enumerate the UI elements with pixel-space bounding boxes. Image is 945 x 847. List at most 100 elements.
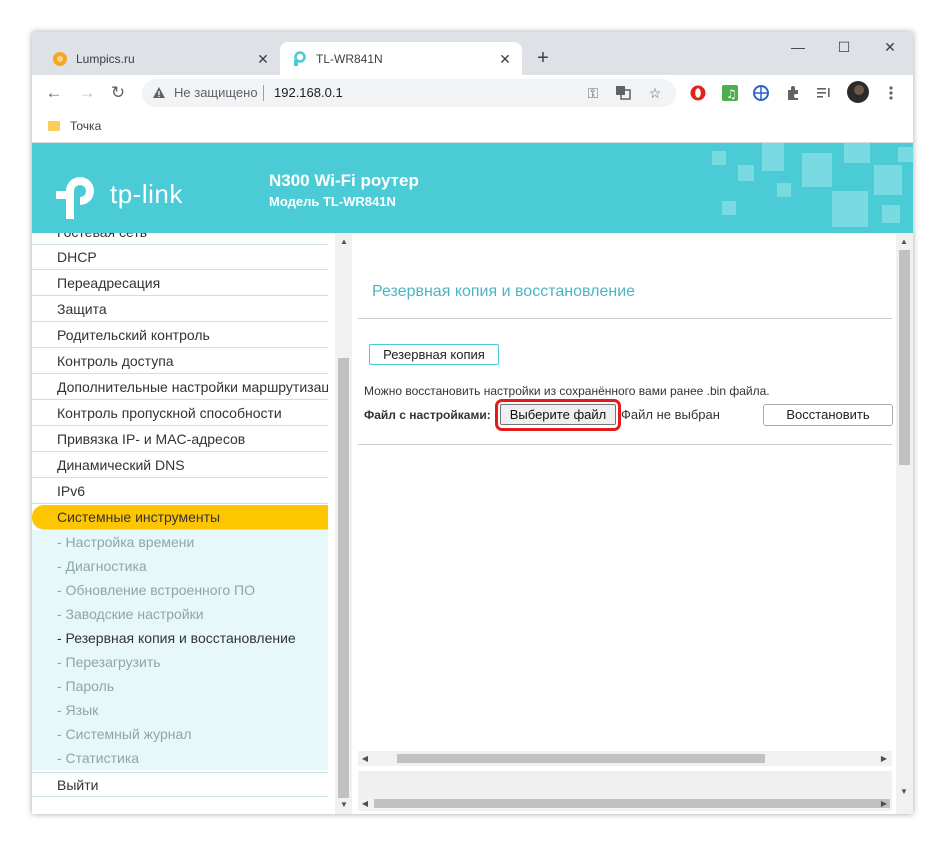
decor-square: [802, 153, 832, 187]
decor-square: [898, 147, 913, 162]
sidebar-item-ipv6[interactable]: IPv6: [32, 479, 328, 504]
address-separator: [263, 85, 264, 101]
opera-icon[interactable]: [689, 84, 707, 102]
browser-toolbar: ← → ↻ Не защищено 192.168.0.1 ⚿ ☆ ♫: [32, 75, 913, 111]
sidebar-subitem-reboot[interactable]: - Перезагрузить: [32, 650, 328, 674]
sidebar-item-system-tools[interactable]: Системные инструменты: [32, 505, 328, 530]
content-footer-band: [358, 771, 892, 796]
decor-square: [874, 165, 902, 195]
brand-logo-text: tp-link: [110, 179, 183, 209]
no-file-text: Файл не выбран: [621, 407, 720, 422]
sidebar-subitem-system-log[interactable]: - Системный журнал: [32, 722, 328, 746]
back-arrow-icon[interactable]: ←: [42, 81, 66, 105]
bookmark-folder[interactable]: Точка: [48, 119, 101, 133]
browser-window: Lumpics.ru ✕ TL-WR841N ✕ + — ☐ ✕ ← → ↻ Н…: [32, 32, 913, 814]
decor-square: [738, 165, 754, 181]
section-title: Резервная копия и восстановление: [372, 283, 636, 300]
horizontal-scroll-thumb[interactable]: [374, 799, 890, 808]
scroll-down-arrow-icon[interactable]: ▼: [339, 800, 349, 809]
key-icon[interactable]: ⚿: [584, 84, 602, 102]
backup-button[interactable]: Резервная копия: [369, 344, 499, 365]
reload-icon[interactable]: ↻: [106, 81, 130, 105]
page-vertical-scroll-thumb[interactable]: [899, 250, 910, 465]
sidebar-item-bandwidth-control[interactable]: Контроль пропускной способности: [32, 401, 328, 426]
decor-square: [722, 201, 736, 215]
svg-text:♫: ♫: [726, 87, 737, 101]
sidebar-item-logout[interactable]: Выйти: [32, 772, 328, 797]
bookmark-star-icon[interactable]: ☆: [646, 84, 664, 102]
sidebar-item-ip-mac-binding[interactable]: Привязка IP- и MAC-адресов: [32, 427, 328, 452]
close-tab-icon[interactable]: ✕: [496, 50, 514, 68]
scroll-right-arrow-icon[interactable]: ▶: [879, 799, 889, 808]
scroll-up-arrow-icon[interactable]: ▲: [899, 237, 909, 246]
sidebar-subitem-firmware-upgrade[interactable]: - Обновление встроенного ПО: [32, 578, 328, 602]
sidebar-subitem-backup-restore[interactable]: - Резервная копия и восстановление: [32, 626, 328, 650]
tab-tplink[interactable]: TL-WR841N ✕: [280, 42, 522, 75]
sidebar-scroll-thumb[interactable]: [338, 358, 349, 798]
choose-file-button[interactable]: Выберите файл: [500, 404, 616, 425]
bookmarks-bar: Точка: [32, 111, 913, 143]
security-label: Не защищено: [174, 85, 258, 100]
sidebar-subitem-statistics[interactable]: - Статистика: [32, 746, 328, 770]
close-window-button[interactable]: ✕: [867, 32, 913, 62]
restore-button[interactable]: Восстановить: [763, 404, 893, 426]
scroll-right-arrow-icon[interactable]: ▶: [879, 754, 889, 763]
restore-hint: Можно восстановить настройки из сохранён…: [364, 384, 770, 398]
divider: [358, 318, 892, 319]
profile-avatar[interactable]: [846, 80, 870, 104]
browser-menu-icon[interactable]: [882, 84, 900, 102]
decor-square: [832, 191, 868, 227]
router-header: tp-link N300 Wi-Fi роутер Модель TL-WR84…: [32, 143, 913, 233]
bookmark-label: Точка: [70, 119, 102, 133]
sidebar-item-ddns[interactable]: Динамический DNS: [32, 453, 328, 478]
divider: [358, 444, 892, 445]
forward-arrow-icon[interactable]: →: [75, 81, 99, 105]
tab-strip: Lumpics.ru ✕ TL-WR841N ✕ + — ☐ ✕: [32, 32, 913, 75]
minimize-button[interactable]: —: [775, 32, 821, 62]
maximize-button[interactable]: ☐: [821, 32, 867, 62]
address-bar[interactable]: Не защищено 192.168.0.1 ⚿ ☆: [142, 79, 676, 107]
decor-square: [712, 151, 726, 165]
sidebar-subitem-language[interactable]: - Язык: [32, 698, 328, 722]
router-page: tp-link N300 Wi-Fi роутер Модель TL-WR84…: [32, 143, 913, 814]
warning-triangle-icon[interactable]: [152, 86, 166, 100]
sidebar-subitem-diagnostics[interactable]: - Диагностика: [32, 554, 328, 578]
translate-icon[interactable]: [614, 84, 632, 102]
sidebar-item-guest-network[interactable]: Гостевая сеть: [32, 233, 328, 245]
horizontal-scroll-thumb[interactable]: [397, 754, 765, 763]
sidebar-subitem-factory-defaults[interactable]: - Заводские настройки: [32, 602, 328, 626]
sidebar-subitem-password[interactable]: - Пароль: [32, 674, 328, 698]
scroll-left-arrow-icon[interactable]: ◀: [360, 754, 370, 763]
decor-square: [762, 143, 784, 171]
media-queue-icon[interactable]: [815, 84, 833, 102]
new-tab-button[interactable]: +: [532, 47, 554, 69]
music-extension-icon[interactable]: ♫: [721, 84, 739, 102]
scroll-up-arrow-icon[interactable]: ▲: [339, 237, 349, 246]
scroll-down-arrow-icon[interactable]: ▼: [899, 787, 909, 796]
sidebar-subitem-time-settings[interactable]: - Настройка времени: [32, 530, 328, 554]
tab-lumpics[interactable]: Lumpics.ru ✕: [40, 42, 280, 75]
folder-icon: [48, 121, 60, 131]
sidebar-item-advanced-routing[interactable]: Дополнительные настройки маршрутизации: [32, 375, 328, 400]
router-model: Модель TL-WR841N: [269, 194, 396, 209]
tplink-favicon-icon: [292, 50, 308, 67]
globe-vpn-icon[interactable]: [752, 84, 770, 102]
scroll-left-arrow-icon[interactable]: ◀: [360, 799, 370, 808]
sidebar-item-parental-control[interactable]: Родительский контроль: [32, 323, 328, 348]
router-title: N300 Wi-Fi роутер: [269, 171, 419, 190]
tplink-logo-icon: [56, 171, 104, 221]
orange-circle-favicon-icon: [52, 51, 68, 67]
sidebar-item-security[interactable]: Защита: [32, 297, 328, 322]
url-text[interactable]: 192.168.0.1: [274, 85, 343, 100]
extensions-puzzle-icon[interactable]: [784, 84, 802, 102]
sidebar-item-forwarding[interactable]: Переадресация: [32, 271, 328, 296]
decor-square: [882, 205, 900, 223]
tab-title: Lumpics.ru: [76, 51, 135, 66]
main-content: Резервная копия и восстановление Резервн…: [358, 233, 897, 814]
tab-title: TL-WR841N: [316, 51, 383, 66]
sidebar-item-dhcp[interactable]: DHCP: [32, 245, 328, 270]
file-label: Файл с настройками:: [364, 408, 491, 422]
close-tab-icon[interactable]: ✕: [254, 50, 272, 68]
decor-square: [844, 143, 870, 163]
sidebar-item-access-control[interactable]: Контроль доступа: [32, 349, 328, 374]
